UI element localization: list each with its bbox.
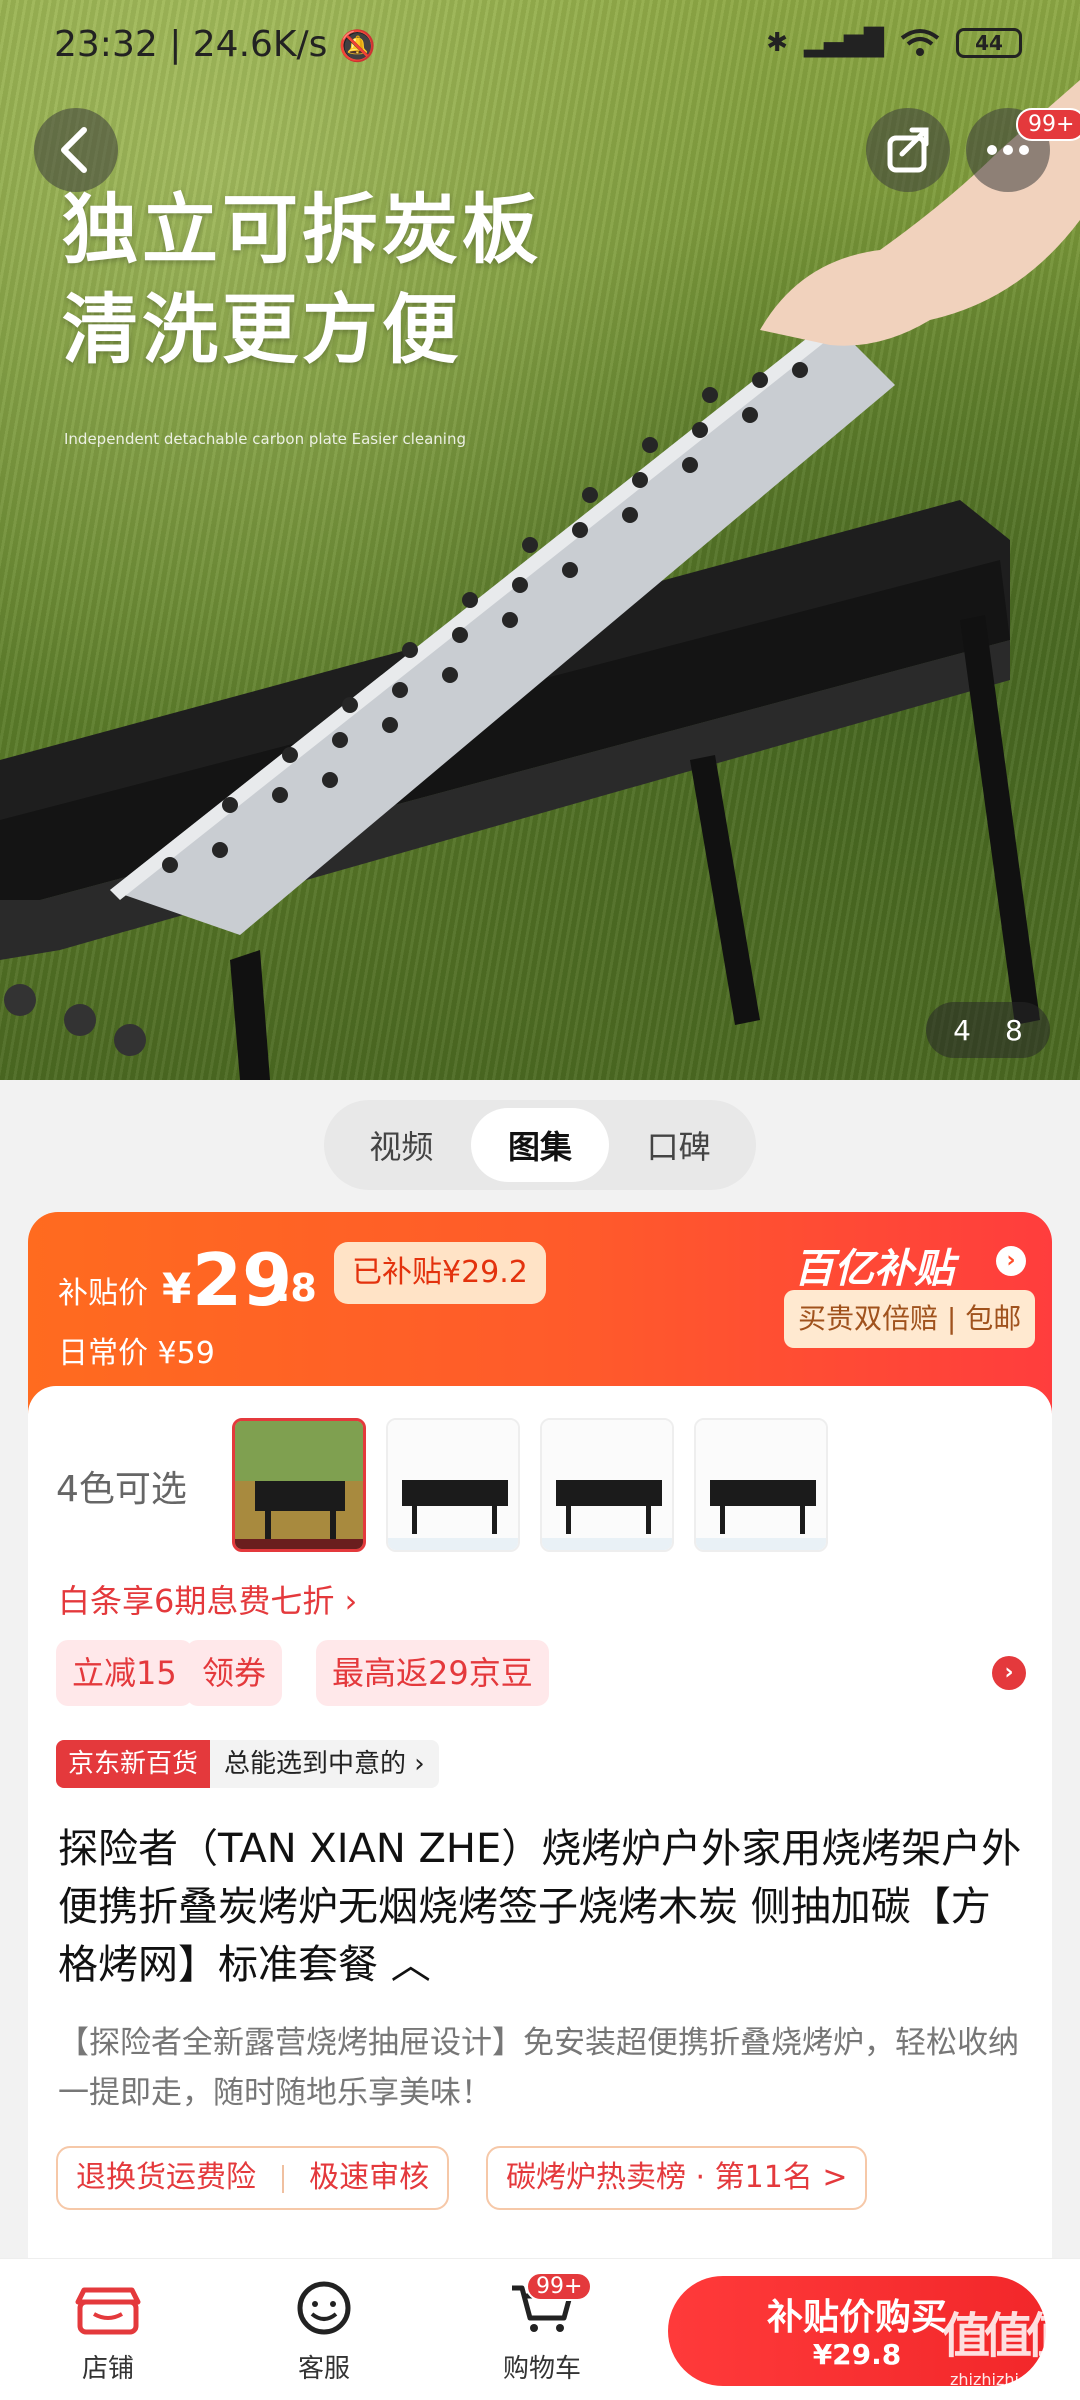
variant-thumb-1[interactable] bbox=[232, 1418, 366, 1552]
cart-label[interactable]: 购物车 bbox=[482, 2348, 602, 2385]
status-time: 23:32 | 24.6K/s 🔕 bbox=[54, 24, 377, 65]
share-icon bbox=[887, 127, 929, 173]
customer-service-nav[interactable] bbox=[264, 2272, 384, 2340]
color-options-label[interactable]: 4色可选 bbox=[56, 1460, 187, 1512]
service-fast-review: 极速审核 bbox=[309, 2160, 430, 2195]
jd-department-store-tag[interactable]: 京东新百货 总能选到中意的 › bbox=[56, 1740, 439, 1788]
message-count-badge: 99+ bbox=[1016, 108, 1080, 141]
mute-bell-icon: 🔕 bbox=[338, 29, 377, 64]
cart-count-badge: 99+ bbox=[526, 2272, 593, 2301]
jd-beans-reward[interactable]: 最高返29京豆 bbox=[316, 1640, 549, 1706]
chevron-right-icon[interactable]: › bbox=[992, 1656, 1026, 1690]
hero-headline-1: 独立可拆炭板 bbox=[62, 185, 542, 274]
status-icons: ✱ ▂▄▆█ 44 bbox=[766, 28, 1022, 58]
get-coupon-button[interactable]: 领券 bbox=[186, 1640, 283, 1706]
service-freight-insurance: 退换货运费险 bbox=[76, 2160, 256, 2195]
daily-price: 日常价 ¥59 bbox=[58, 1336, 215, 1371]
wifi-icon bbox=[900, 29, 940, 56]
variant-image bbox=[388, 1420, 518, 1550]
site-watermark: 值值值 bbox=[942, 2308, 1074, 2364]
site-watermark-url: zhizhizhi.com bbox=[950, 2370, 1059, 2389]
gallery-pager: 4 8 bbox=[926, 1002, 1050, 1058]
tab-video[interactable]: 视频 bbox=[332, 1108, 471, 1182]
billion-subsidy-logo[interactable]: 百亿补贴 bbox=[794, 1236, 954, 1294]
service-pill[interactable]: 退换货运费险 极速审核 bbox=[56, 2146, 450, 2210]
pager-total: 8 bbox=[1005, 1013, 1023, 1047]
customer-service-label[interactable]: 客服 bbox=[264, 2348, 384, 2385]
bluetooth-icon: ✱ bbox=[766, 28, 789, 58]
variant-image bbox=[696, 1420, 826, 1550]
shop-nav[interactable] bbox=[48, 2272, 168, 2340]
variant-thumb-2[interactable] bbox=[386, 1418, 520, 1552]
price-decimal: .8 bbox=[276, 1266, 317, 1310]
variant-thumb-4[interactable] bbox=[694, 1418, 828, 1552]
product-title[interactable]: 探险者（TAN XIAN ZHE）烧烤炉户外家用烧烤架户外便携折叠炭烤炉无烟烧烤… bbox=[58, 1820, 1028, 1994]
product-page: 独立可拆炭板 清洗更方便 Independent detachable carb… bbox=[0, 0, 1080, 2400]
subsidy-guarantee[interactable]: 买贵双倍赔 | 包邮 bbox=[784, 1290, 1036, 1348]
variant-thumb-3[interactable] bbox=[540, 1418, 674, 1552]
jd-tag-slogan: 总能选到中意的 › bbox=[210, 1740, 439, 1788]
tab-gallery[interactable]: 图集 bbox=[470, 1108, 610, 1182]
chevron-right-icon[interactable]: › bbox=[996, 1246, 1026, 1276]
hero-headline-2: 清洗更方便 bbox=[62, 285, 462, 374]
status-bar: 23:32 | 24.6K/s 🔕 ✱ ▂▄▆█ 44 bbox=[0, 0, 1080, 96]
shop-icon bbox=[75, 2287, 141, 2335]
back-button[interactable] bbox=[34, 108, 118, 192]
divider bbox=[281, 2164, 284, 2193]
share-button[interactable] bbox=[866, 108, 950, 192]
pager-current: 4 bbox=[953, 1013, 971, 1047]
jd-tag-name: 京东新百货 bbox=[56, 1740, 211, 1788]
battery-icon: 44 bbox=[956, 28, 1022, 58]
subsidized-amount-badge: 已补贴¥29.2 bbox=[334, 1242, 546, 1304]
baitiao-installment[interactable]: 白条享6期息费七折 › bbox=[58, 1576, 357, 1622]
variant-image bbox=[235, 1421, 363, 1549]
chevron-left-icon bbox=[61, 127, 87, 173]
price-currency: ¥ bbox=[162, 1264, 192, 1313]
tab-reviews[interactable]: 口碑 bbox=[609, 1108, 748, 1182]
hero-caption: Independent detachable carbon plate Easi… bbox=[64, 430, 466, 448]
ranking-pill[interactable]: 碳烤炉热卖榜 · 第11名 > bbox=[486, 2146, 868, 2210]
customer-service-icon bbox=[297, 2281, 351, 2335]
subsidy-price-label: 补贴价 bbox=[58, 1276, 148, 1311]
product-description: 【探险者全新露营烧烤抽屉设计】免安装超便携折叠烧烤炉，轻松收纳一提即走，随时随地… bbox=[58, 2025, 1019, 2111]
shop-label[interactable]: 店铺 bbox=[48, 2348, 168, 2385]
media-tabs: 视频 图集 口碑 bbox=[324, 1100, 756, 1190]
signal-icon: ▂▄▆█ bbox=[804, 28, 884, 58]
instant-discount-coupon[interactable]: 立减15 bbox=[56, 1640, 193, 1706]
variant-image bbox=[542, 1420, 672, 1550]
